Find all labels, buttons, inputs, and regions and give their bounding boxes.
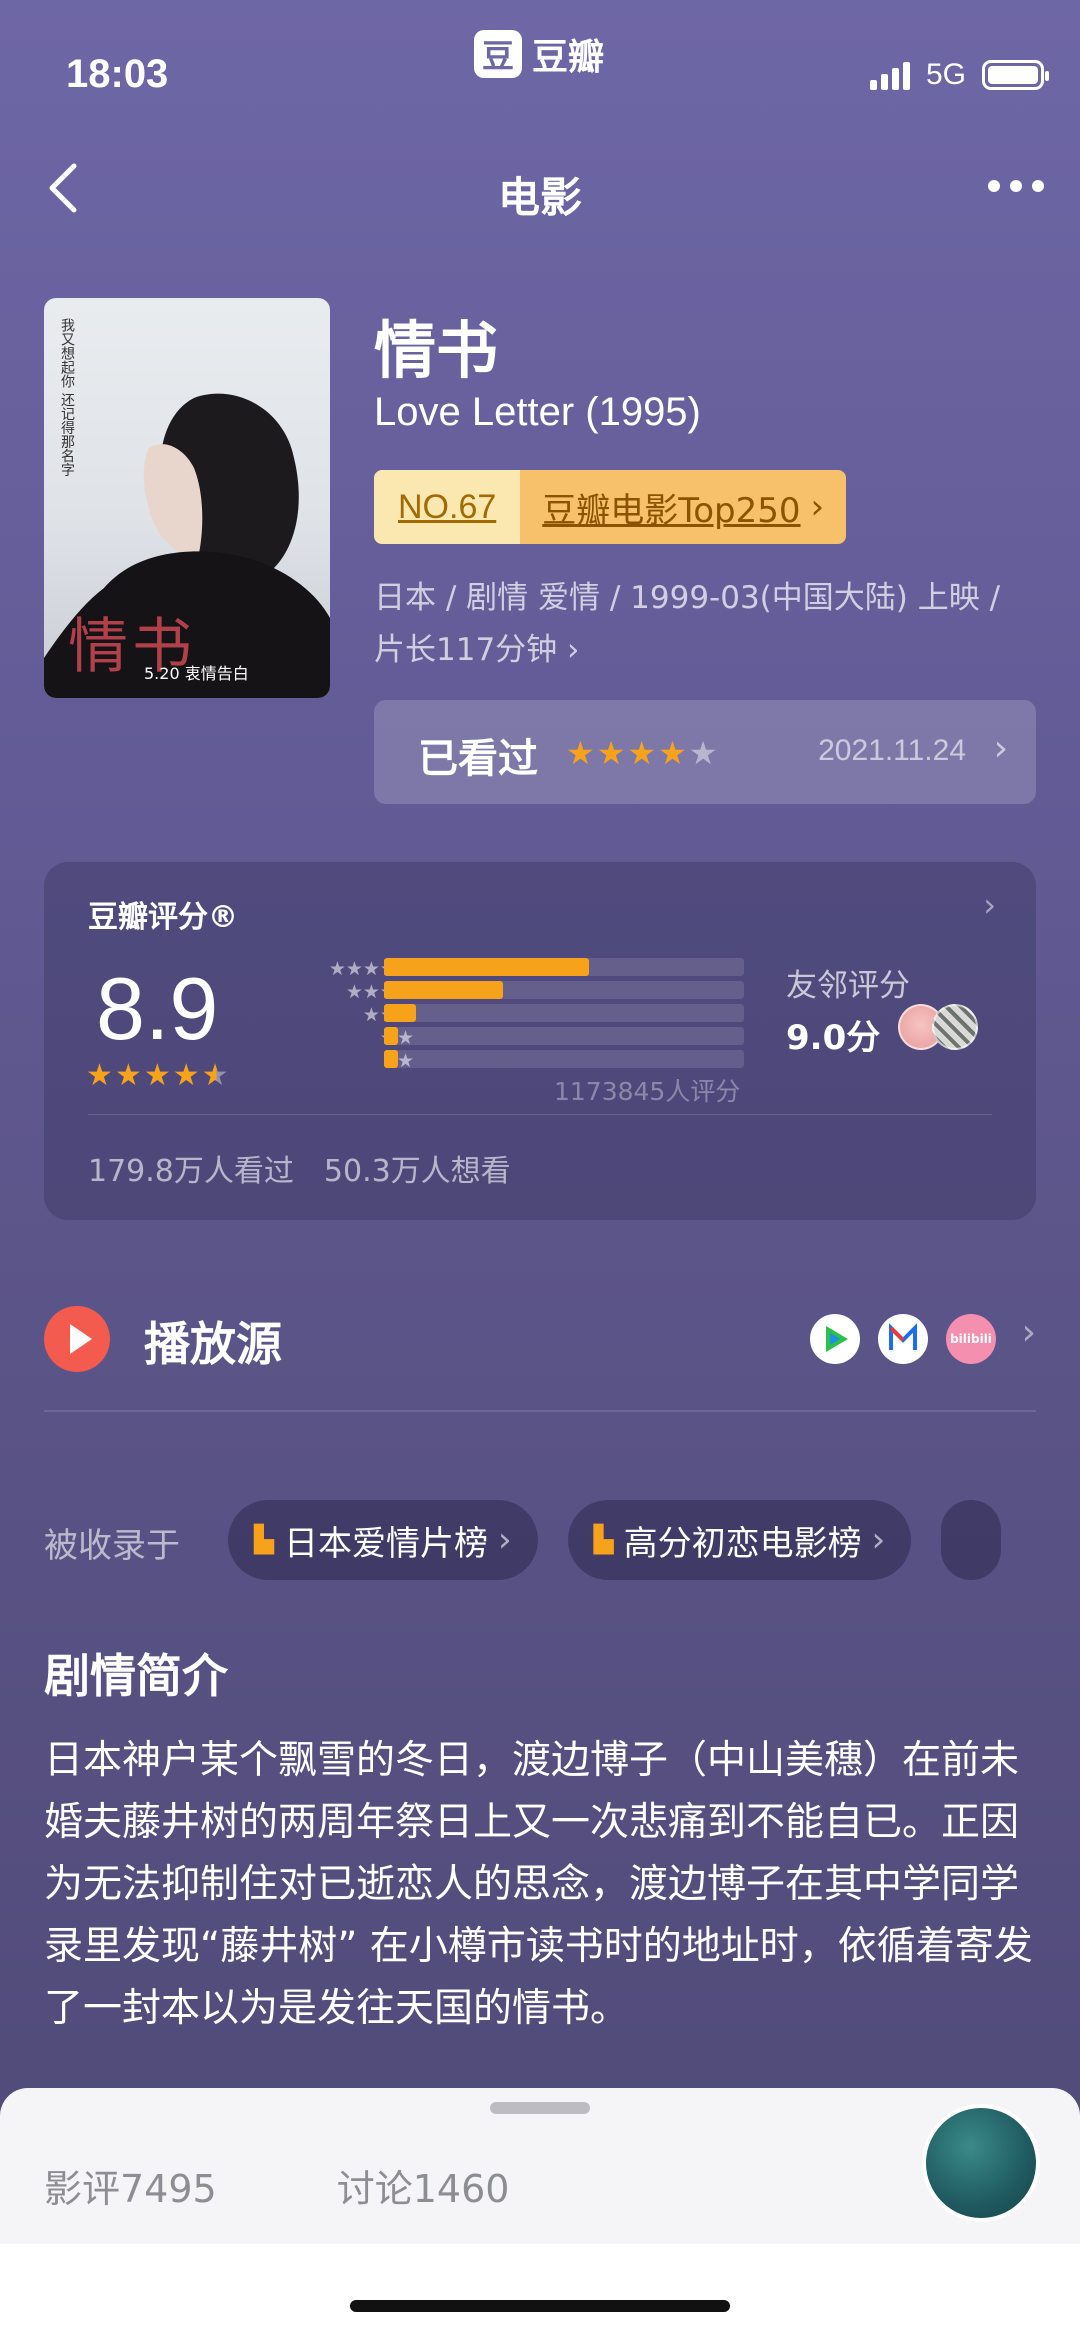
collection-chip[interactable]: [941, 1500, 1002, 1580]
play-icon: [44, 1306, 110, 1372]
more-dot-icon: [1010, 180, 1022, 192]
rating-label: 豆瓣评分®: [88, 900, 238, 935]
status-bar: 18:03 豆 豆瓣 5G: [0, 0, 1080, 150]
distribution-bar: [384, 1027, 744, 1045]
rank-list-label: 豆瓣电影Top250: [542, 490, 801, 531]
play-source-icons: bilibili: [810, 1314, 996, 1364]
play-source-row[interactable]: 播放源 bilibili ›: [44, 1300, 1036, 1412]
star-icon: ★: [143, 1058, 173, 1093]
rating-footer: 179.8万人看过 50.3万人想看: [88, 1146, 511, 1190]
collected-in-row: 被收录于 ▙ 日本爱情片榜 › ▙ 高分初恋电影榜 ›: [44, 1500, 1080, 1580]
collected-label: 被收录于: [44, 1526, 180, 1566]
sheet-content: [0, 2244, 1080, 2339]
rating-score: 8.9: [96, 959, 219, 1058]
want-count[interactable]: 50.3万人想看: [324, 1146, 511, 1190]
collection-chip-label: 日本爱情片榜: [284, 1523, 488, 1564]
top250-rank-badge[interactable]: NO.67 豆瓣电影Top250 ›: [374, 470, 847, 544]
more-dot-icon: [988, 180, 1000, 192]
play-source-label: 播放源: [144, 1317, 282, 1371]
my-rating-stars: ★★★★★: [566, 734, 719, 772]
youku-icon: [878, 1314, 928, 1364]
collection-chips: ▙ 日本爱情片榜 › ▙ 高分初恋电影榜 ›: [228, 1500, 1002, 1580]
home-indicator[interactable]: [350, 2300, 730, 2312]
rating-distribution: [384, 958, 744, 1073]
meta-line-1: 日本 / 剧情 爱情 / 1999-03(中国大陆) 上映 /: [374, 580, 1001, 616]
friend-avatars[interactable]: [898, 1004, 978, 1050]
star-icon: ★: [172, 1058, 202, 1093]
chevron-right-icon: ›: [871, 1520, 886, 1560]
distribution-bar: [384, 958, 744, 976]
distribution-bar: [384, 1050, 744, 1068]
distribution-bar-fill: [384, 1027, 399, 1045]
distribution-bar: [384, 981, 744, 999]
chevron-right-icon: ›: [983, 886, 996, 924]
star-icon: ★: [596, 734, 628, 772]
movie-original-title: Love Letter (1995): [374, 390, 701, 434]
chevron-right-icon: ›: [498, 1520, 512, 1560]
distribution-bar-fill: [384, 958, 590, 976]
sheet-handle[interactable]: [490, 2102, 590, 2114]
summary-text[interactable]: 日本神户某个飘雪的冬日，渡边博子（中山美穗）在前未婚夫藤井树的两周年祭日上又一次…: [44, 1730, 1036, 2040]
ranking-icon: ▙: [593, 1525, 614, 1555]
signal-icon: [869, 60, 910, 90]
star-icon: ★: [86, 1058, 115, 1093]
avatar: [932, 1004, 978, 1050]
chevron-right-icon: ›: [993, 728, 1008, 769]
divider: [88, 1114, 992, 1115]
rank-list-link[interactable]: 豆瓣电影Top250 ›: [520, 470, 847, 544]
douban-rating-card[interactable]: 豆瓣评分® › 8.9 ★★★★★ ★★★★★★★★★★★★★★★ 117384…: [44, 862, 1036, 1220]
star-icon: ★: [114, 1058, 144, 1093]
watched-label: 已看过: [418, 736, 538, 782]
friend-rating-score: 9.0分: [786, 1018, 881, 1058]
watched-date: 2021.11.24: [818, 734, 966, 767]
star-icon: ★: [688, 734, 720, 772]
collection-chip[interactable]: ▙ 高分初恋电影榜 ›: [567, 1500, 912, 1580]
floating-avatar[interactable]: [922, 2104, 1040, 2222]
star-icon: ★: [566, 734, 597, 772]
iqiyi-icon: [810, 1314, 860, 1364]
summary-title: 剧情简介: [44, 1649, 228, 1703]
rank-number: NO.67: [374, 470, 521, 544]
page-title: 电影: [497, 173, 582, 222]
distribution-bar-fill: [384, 981, 503, 999]
rating-stars: ★★★★★: [86, 1058, 231, 1093]
movie-poster[interactable]: 我又想起你 还记得那名字 情书 5.20 衷情告白: [44, 298, 330, 698]
half-star-icon: ★: [201, 1058, 231, 1093]
network-type: 5G: [925, 58, 966, 91]
distribution-bar-fill: [384, 1004, 417, 1022]
distribution-bar-fill: [384, 1050, 399, 1068]
collection-chip-label: 高分初恋电影榜: [623, 1523, 862, 1564]
chevron-right-icon: ›: [810, 487, 825, 527]
my-rating-stars-text: ★★★★★: [566, 734, 719, 772]
distribution-bar: [384, 1004, 744, 1022]
ranking-icon: ▙: [254, 1525, 274, 1555]
movie-meta[interactable]: 日本 / 剧情 爱情 / 1999-03(中国大陆) 上映 / 片长117分钟 …: [374, 572, 1034, 676]
star-icon: ★: [658, 734, 689, 772]
meta-line-2: 片长117分钟 ›: [374, 632, 580, 668]
bilibili-icon: bilibili: [946, 1314, 996, 1364]
app-brand: 豆 豆瓣: [474, 28, 604, 80]
nav-bar: 电影: [0, 150, 1080, 230]
tab-reviews[interactable]: 影评7495: [44, 2158, 217, 2213]
more-dot-icon: [1032, 180, 1044, 192]
tab-discussion[interactable]: 讨论1460: [337, 2158, 510, 2213]
star-icon: ★: [627, 734, 659, 772]
brand-name: 豆瓣: [532, 37, 605, 78]
douban-logo-icon: 豆: [474, 30, 522, 78]
poster-date: 5.20 衷情告白: [144, 664, 249, 683]
collection-chip[interactable]: ▙ 日本爱情片榜 ›: [228, 1500, 538, 1580]
chevron-right-icon: ›: [1021, 1312, 1036, 1353]
status-indicators: 5G: [869, 58, 1049, 92]
sheet-tabs: 影评7495 讨论1460: [44, 2158, 509, 2213]
battery-icon: [982, 60, 1049, 90]
more-options-button[interactable]: [988, 180, 1044, 192]
friend-rating-label: 友邻评分: [786, 968, 910, 1004]
watched-count[interactable]: 179.8万人看过: [88, 1146, 294, 1190]
status-time: 18:03: [66, 52, 169, 96]
movie-title: 情书: [374, 314, 499, 387]
rating-count: 1173845人评分: [554, 1077, 741, 1106]
my-rating-row[interactable]: 已看过 ★★★★★ 2021.11.24 ›: [374, 700, 1036, 804]
